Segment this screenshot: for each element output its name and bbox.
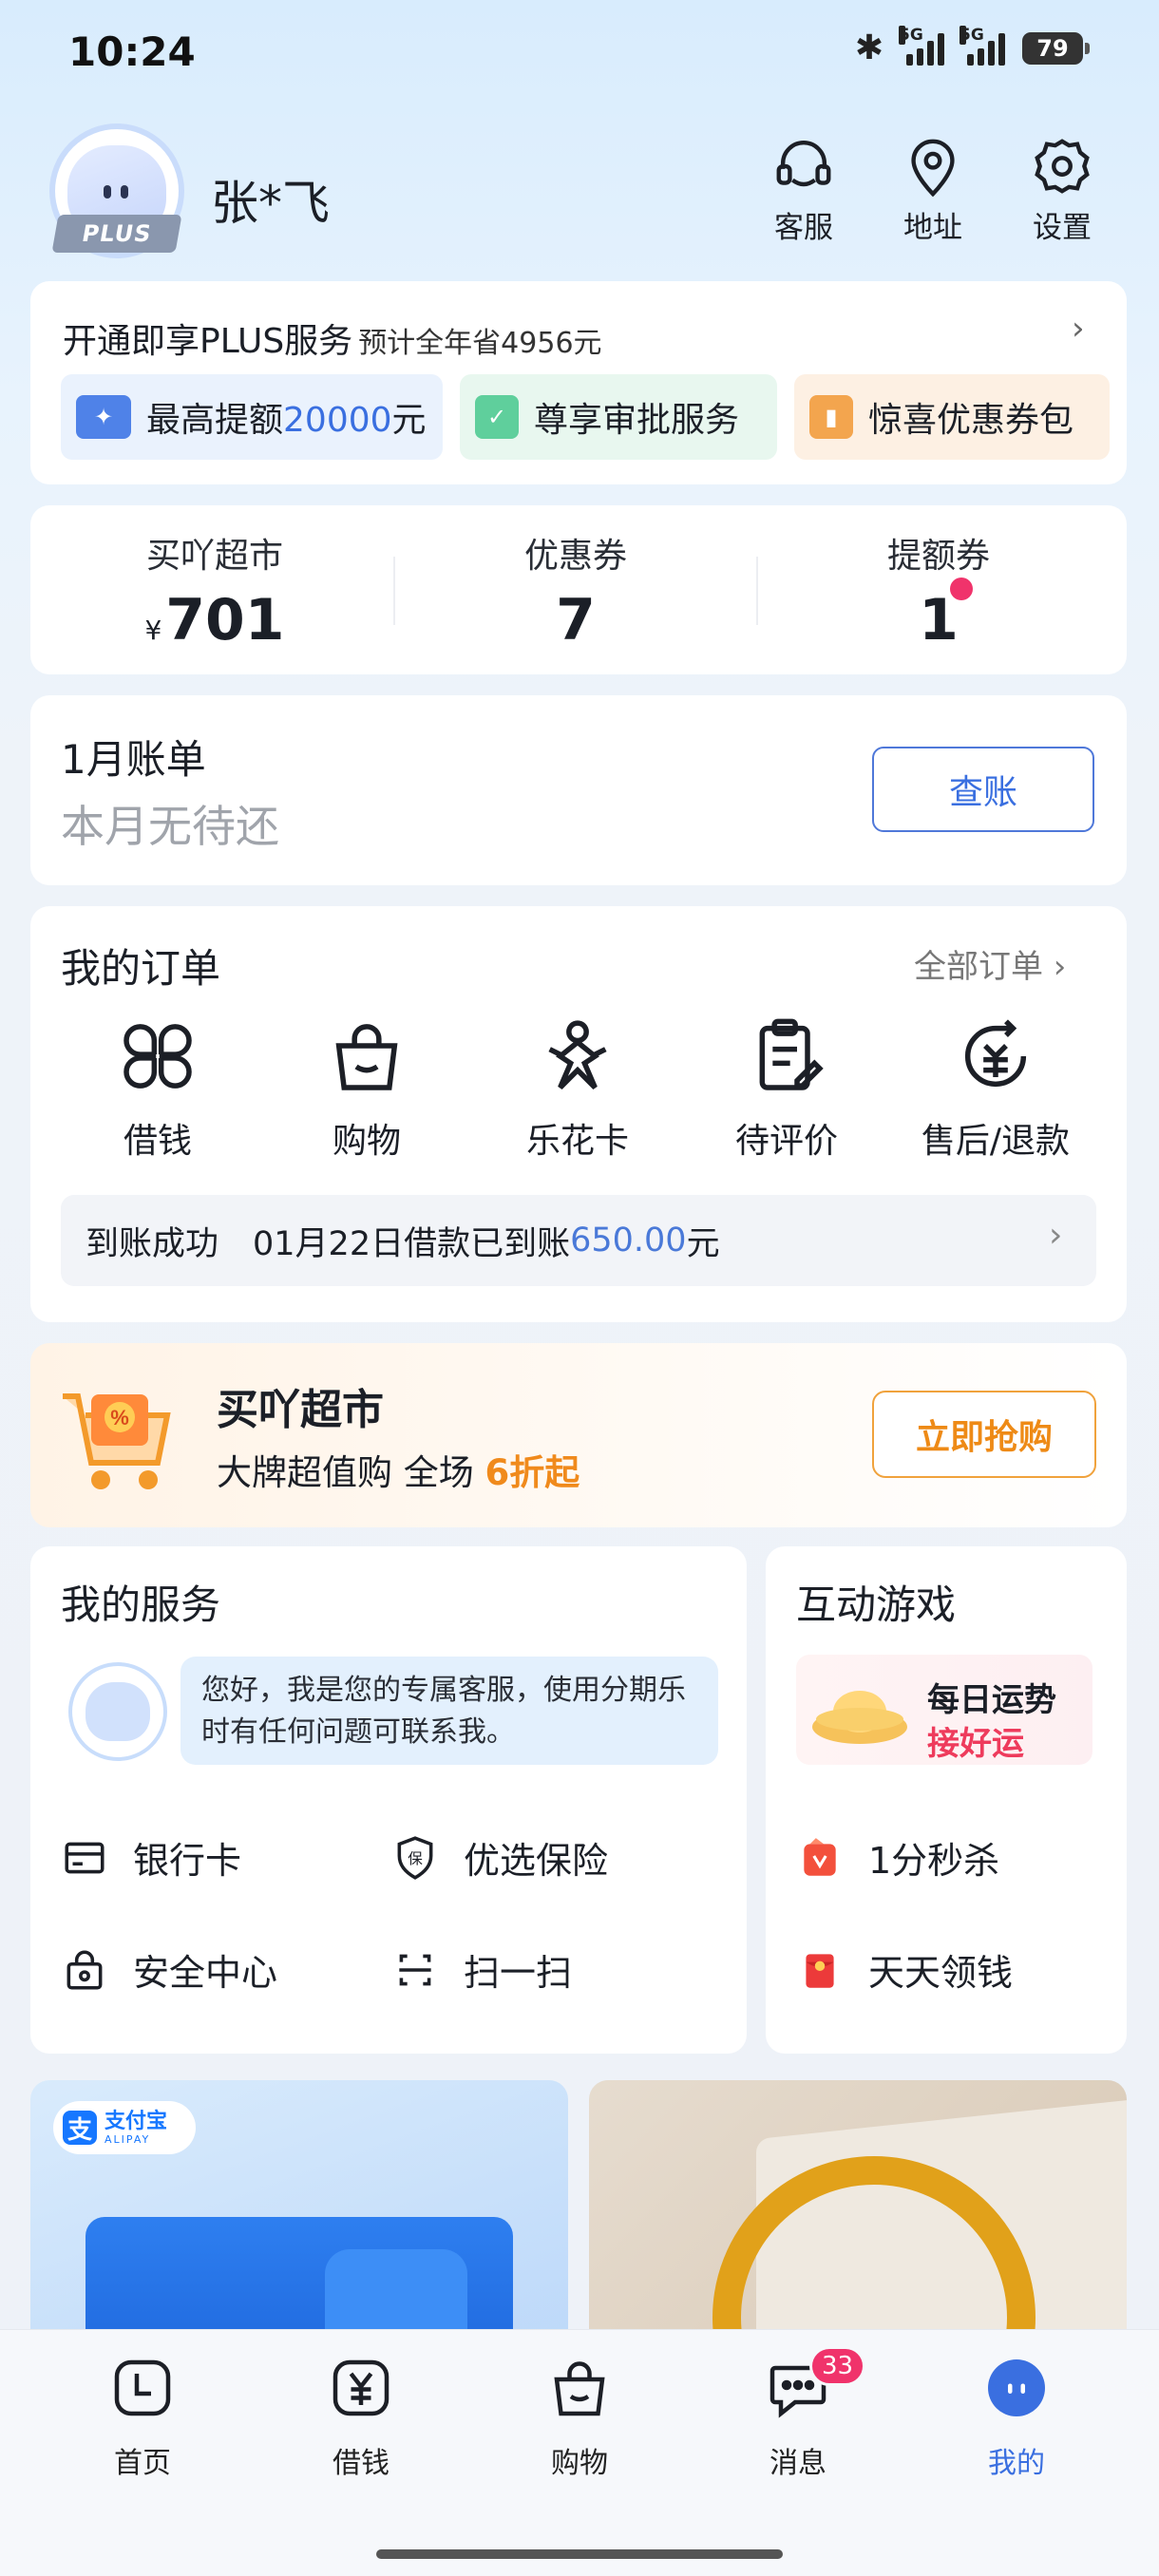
buy-now-button[interactable]: 立即抢购 — [872, 1391, 1096, 1478]
shopping-bag-icon — [335, 1024, 398, 1090]
yuan-icon — [332, 2359, 390, 2416]
red-envelope-icon — [806, 1953, 834, 1988]
gold-bracelet-banner[interactable] — [589, 2080, 1127, 2365]
insurance-item[interactable]: 保 优选保险 — [391, 1831, 608, 1884]
bill-status: 本月无待还 — [61, 801, 279, 852]
address-button[interactable]: 地址 — [885, 133, 980, 246]
scan-item[interactable]: 扫一扫 — [391, 1943, 572, 1996]
message-count-badge: 33 — [809, 2346, 866, 2386]
fortune-title: 每日运势 — [927, 1681, 1056, 1719]
customer-service-button[interactable]: 客服 — [756, 133, 851, 246]
service-greeting[interactable]: 您好，我是您的专属客服，使用分期乐时有任何问题可联系我。 — [180, 1657, 718, 1765]
bluetooth-icon: ✱ — [854, 28, 884, 67]
status-indicators: ✱ 5G 5G 79 — [854, 25, 1090, 67]
location-pin-icon — [911, 139, 955, 198]
flower-card-icon — [548, 1020, 607, 1089]
alipay-logo: 支 支付宝 ALIPAY — [53, 2101, 196, 2154]
order-shopping[interactable]: 购物 — [272, 1014, 462, 1163]
services-title: 我的服务 — [61, 1582, 221, 1628]
credit-limit-icon: ✦ — [76, 395, 131, 439]
battery-icon: 79 — [1022, 31, 1090, 65]
order-refund[interactable]: 售后/退款 — [901, 1014, 1091, 1163]
clipboard-review-icon — [759, 1018, 824, 1090]
bill-title: 1月账单 — [61, 736, 206, 783]
home-indicator[interactable] — [376, 2549, 783, 2559]
plus-chip-limit[interactable]: ✦ 最高提额20000元 — [61, 374, 443, 460]
order-flower-card[interactable]: 乐花卡 — [483, 1014, 673, 1163]
gear-icon — [1035, 139, 1090, 194]
coupon-pack-icon: ▮ — [809, 395, 853, 439]
signal-icon: 5G — [899, 25, 944, 66]
fortune-subtitle: 接好运 — [927, 1725, 1024, 1763]
bank-card-item[interactable]: 银行卡 — [61, 1831, 241, 1884]
tab-mine[interactable]: 我的 — [940, 2354, 1092, 2481]
all-orders-link[interactable]: 全部订单 › — [914, 940, 1066, 987]
mine-avatar-icon — [988, 2359, 1045, 2416]
flash-sale-icon — [804, 1837, 836, 1876]
tab-shopping[interactable]: 购物 — [504, 2354, 656, 2481]
clock-home-icon — [114, 2359, 171, 2416]
bank-card-icon — [65, 1842, 104, 1873]
signal-icon-2: 5G — [960, 25, 1005, 66]
order-loan[interactable]: 借钱 — [63, 1014, 253, 1163]
plus-badge: PLUS — [51, 215, 182, 253]
settings-button[interactable]: 设置 — [1015, 133, 1110, 246]
notification-dot — [950, 578, 973, 600]
orders-title: 我的订单 — [61, 945, 221, 992]
lock-security-icon — [66, 1950, 103, 1990]
tab-loan[interactable]: 借钱 — [285, 2354, 437, 2481]
chevron-right-icon: › — [1049, 1216, 1063, 1255]
shopping-cart-icon: % — [63, 1393, 171, 1489]
stat-coupon[interactable]: 优惠券 7 — [433, 528, 718, 653]
plus-title: 开通即享PLUS服务 预计全年省4956元 — [63, 322, 602, 361]
user-name[interactable]: 张*飞 — [211, 165, 330, 234]
headset-icon — [776, 141, 831, 187]
order-notice[interactable]: 到账成功 01月22日借款已到账 650.00 元 — [61, 1195, 1096, 1286]
divider — [756, 557, 758, 625]
daily-money-item[interactable]: 天天领钱 — [796, 1943, 1013, 1996]
market-subtitle: 大牌超值购 全场 6折起 — [217, 1452, 580, 1493]
shield-insurance-icon: 保 — [397, 1835, 433, 1880]
service-avatar[interactable] — [68, 1662, 167, 1761]
svg-text:保: 保 — [408, 1850, 423, 1867]
chevron-right-icon[interactable]: › — [1072, 310, 1085, 348]
tab-home[interactable]: 首页 — [66, 2354, 218, 2481]
plus-note: 预计全年省4956元 — [358, 327, 602, 360]
status-time: 10:24 — [68, 28, 196, 75]
order-review[interactable]: 待评价 — [692, 1014, 882, 1163]
four-leaf-icon — [124, 1024, 192, 1089]
flash-sale-item[interactable]: 1分秒杀 — [796, 1831, 999, 1884]
shopping-bag-icon — [554, 2361, 605, 2416]
market-title: 买吖超市 — [217, 1386, 384, 1434]
check-bill-button[interactable]: 查账 — [872, 747, 1094, 832]
security-center-item[interactable]: 安全中心 — [61, 1943, 277, 1996]
games-title: 互动游戏 — [796, 1582, 957, 1628]
approval-icon: ✓ — [475, 395, 519, 439]
stat-limit-coupon[interactable]: 提额券 1 — [796, 528, 1081, 653]
plus-chip-approval[interactable]: ✓ 尊享审批服务 — [460, 374, 777, 460]
svg-text:%: % — [110, 1406, 129, 1430]
scan-icon — [399, 1954, 431, 1985]
refund-icon — [964, 1019, 1027, 1088]
divider — [393, 557, 395, 625]
stat-market[interactable]: 买吖超市 ¥701 — [72, 528, 357, 653]
gold-ingot-icon — [812, 1691, 907, 1744]
plus-chip-coupon[interactable]: ▮ 惊喜优惠券包 — [794, 374, 1110, 460]
